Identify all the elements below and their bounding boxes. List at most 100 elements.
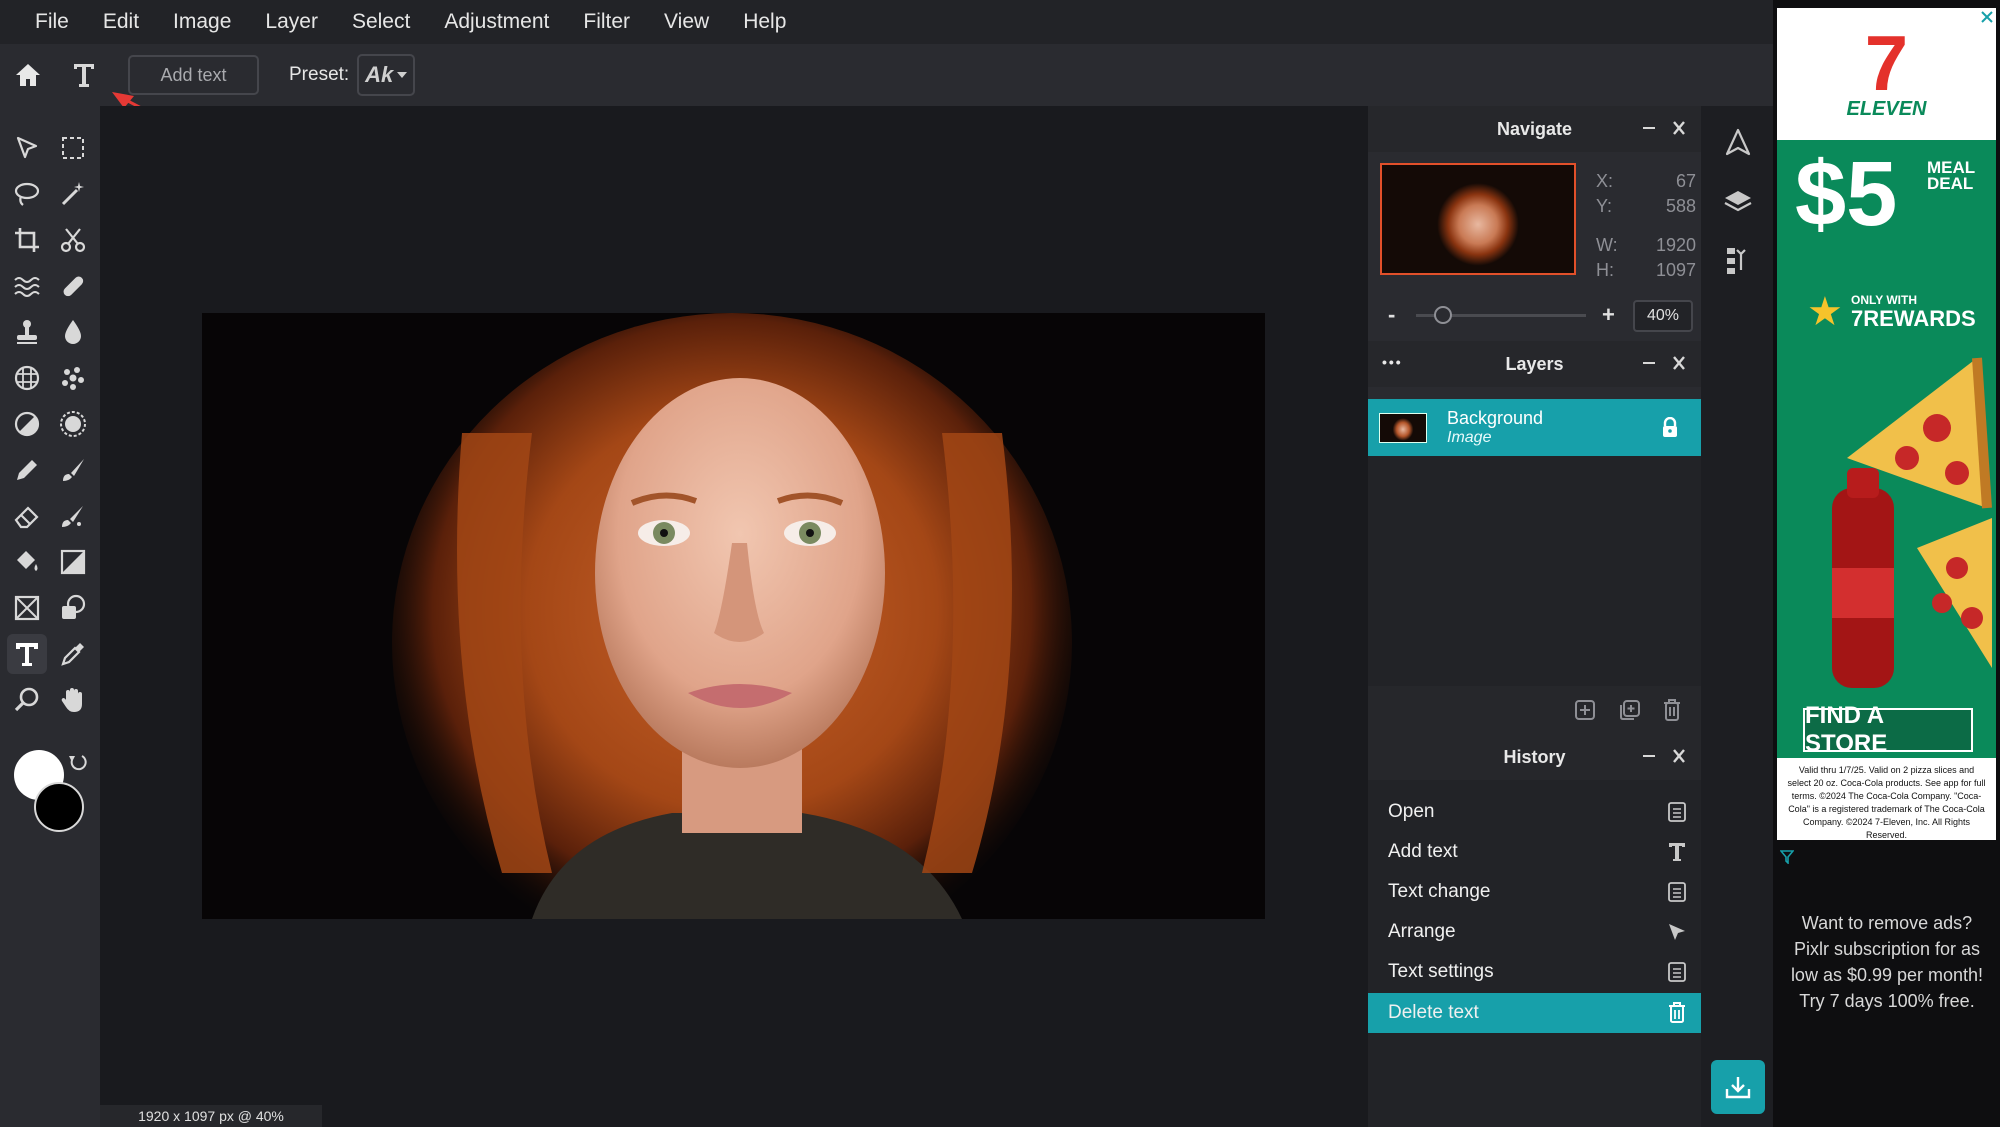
w-label: W: <box>1596 235 1618 255</box>
cutout-tool[interactable] <box>53 220 93 260</box>
history-item-label: Text change <box>1388 881 1491 902</box>
fill-tool[interactable] <box>7 542 47 582</box>
crop-icon <box>15 228 39 252</box>
history-item-text-settings[interactable]: Text settings <box>1368 952 1701 992</box>
duplicate-layer-icon[interactable] <box>1617 699 1641 721</box>
gradient-icon <box>60 549 86 575</box>
minimize-icon[interactable] <box>1641 746 1657 766</box>
eraser-tool[interactable] <box>7 496 47 536</box>
zoom-input[interactable]: 40% <box>1633 300 1693 332</box>
text-tool-indicator[interactable] <box>56 44 112 106</box>
menu-filter[interactable]: Filter <box>566 10 647 34</box>
navigate-title: Navigate <box>1496 118 1573 139</box>
secondary-color-swatch[interactable] <box>34 782 84 832</box>
clone-stamp-tool[interactable] <box>7 312 47 352</box>
x-value: 67 <box>1675 171 1696 191</box>
minimize-icon[interactable] <box>1641 353 1657 373</box>
history-item-label: Arrange <box>1388 921 1456 942</box>
history-item-label: Add text <box>1388 841 1458 862</box>
history-item-arrange[interactable]: Arrange <box>1368 912 1701 952</box>
marquee-tool[interactable] <box>53 128 93 168</box>
layers-menu-dots[interactable]: ••• <box>1382 354 1403 370</box>
menu-view[interactable]: View <box>647 10 726 34</box>
history-item-label: Open <box>1388 801 1435 822</box>
home-button[interactable] <box>0 44 56 106</box>
close-icon[interactable] <box>1671 746 1687 766</box>
menu-file[interactable]: File <box>18 10 86 34</box>
history-item-add-text[interactable]: Add text <box>1368 832 1701 872</box>
close-icon[interactable] <box>1671 118 1687 138</box>
panel-toggle-column <box>1701 106 1773 1127</box>
menu-edit[interactable]: Edit <box>86 10 156 34</box>
preset-dropdown[interactable]: Ak <box>357 54 416 96</box>
blur-tool[interactable] <box>53 312 93 352</box>
download-button[interactable] <box>1711 1060 1765 1114</box>
color-replace-tool[interactable] <box>53 496 93 536</box>
document-icon <box>1668 802 1686 822</box>
lock-icon[interactable] <box>1661 417 1679 439</box>
delete-layer-icon[interactable] <box>1662 698 1682 722</box>
preset-value: Ak <box>365 62 394 87</box>
swap-colors-button[interactable] <box>68 752 88 779</box>
hand-tool[interactable] <box>53 680 93 720</box>
zoom-in-button[interactable]: + <box>1602 302 1615 328</box>
zoom-tool[interactable] <box>7 680 47 720</box>
hand-icon <box>61 688 82 712</box>
add-layer-icon[interactable] <box>1574 699 1596 721</box>
eyedropper-tool[interactable] <box>53 634 93 674</box>
minimize-icon[interactable] <box>1641 118 1657 138</box>
ad-banner[interactable]: 7 ELEVEN $5 MEAL DEAL ★ ONLY WITH 7REWAR… <box>1777 8 1996 840</box>
trash-icon <box>1669 1002 1685 1023</box>
pen-tool[interactable] <box>7 450 47 490</box>
dots-cluster-icon <box>62 367 84 390</box>
ad-close-icon[interactable] <box>1980 10 1994 24</box>
heal-tool[interactable] <box>53 266 93 306</box>
remove-ads-message[interactable]: Want to remove ads? Pixlr subscription f… <box>1782 910 1992 1014</box>
move-tool[interactable] <box>7 128 47 168</box>
type-tool[interactable] <box>7 634 47 674</box>
gear-icon <box>60 411 86 437</box>
shapes-icon <box>62 594 86 619</box>
magic-wand-tool[interactable] <box>53 174 93 214</box>
menu-select[interactable]: Select <box>335 10 427 34</box>
navigate-toggle-icon[interactable] <box>1725 128 1751 156</box>
disperse-tool[interactable] <box>53 358 93 398</box>
liquify-tool[interactable] <box>7 266 47 306</box>
layers-footer <box>1368 686 1701 734</box>
ad-info-icon[interactable] <box>1780 850 1794 864</box>
ad-fine-print: Valid thru 1/7/25. Valid on 2 pizza slic… <box>1777 758 1996 840</box>
placeholder-tool[interactable] <box>7 588 47 628</box>
brush-tool[interactable] <box>53 450 93 490</box>
layers-toggle-icon[interactable] <box>1723 188 1753 214</box>
zoom-out-button[interactable]: - <box>1388 302 1395 328</box>
ad-find-store-button[interactable]: FIND A STORE <box>1803 702 1973 757</box>
navigator-thumbnail[interactable] <box>1380 163 1576 275</box>
history-item-text-change[interactable]: Text change <box>1368 872 1701 912</box>
history-item-delete-text[interactable]: Delete text <box>1368 993 1701 1033</box>
menu-layer[interactable]: Layer <box>248 10 335 34</box>
close-icon[interactable] <box>1671 353 1687 373</box>
lasso-tool[interactable] <box>7 174 47 214</box>
zoom-slider-handle[interactable] <box>1434 306 1453 324</box>
seven-logo: 7 <box>1864 18 1909 107</box>
sponge-tool[interactable] <box>53 404 93 444</box>
zoom-slider[interactable] <box>1416 306 1586 324</box>
portrait-illustration <box>202 313 1265 919</box>
gradient-tool[interactable] <box>53 542 93 582</box>
dodge-burn-tool[interactable] <box>7 404 47 444</box>
ad-only-with: ONLY WITH <box>1851 293 1918 307</box>
layer-item[interactable]: Background Image <box>1368 399 1701 456</box>
history-item-open[interactable]: Open <box>1368 792 1701 832</box>
layer-type: Image <box>1447 429 1492 446</box>
eyedropper-icon <box>61 643 84 666</box>
menu-image[interactable]: Image <box>156 10 248 34</box>
history-toggle-icon[interactable] <box>1725 246 1753 276</box>
crop-tool[interactable] <box>7 220 47 260</box>
canvas-image[interactable] <box>202 313 1265 919</box>
x-label: X: <box>1596 171 1614 191</box>
shape-tool[interactable] <box>53 588 93 628</box>
menu-help[interactable]: Help <box>726 10 803 34</box>
menu-adjustment[interactable]: Adjustment <box>427 10 566 34</box>
pixelate-tool[interactable] <box>7 358 47 398</box>
y-label: Y: <box>1596 196 1613 216</box>
